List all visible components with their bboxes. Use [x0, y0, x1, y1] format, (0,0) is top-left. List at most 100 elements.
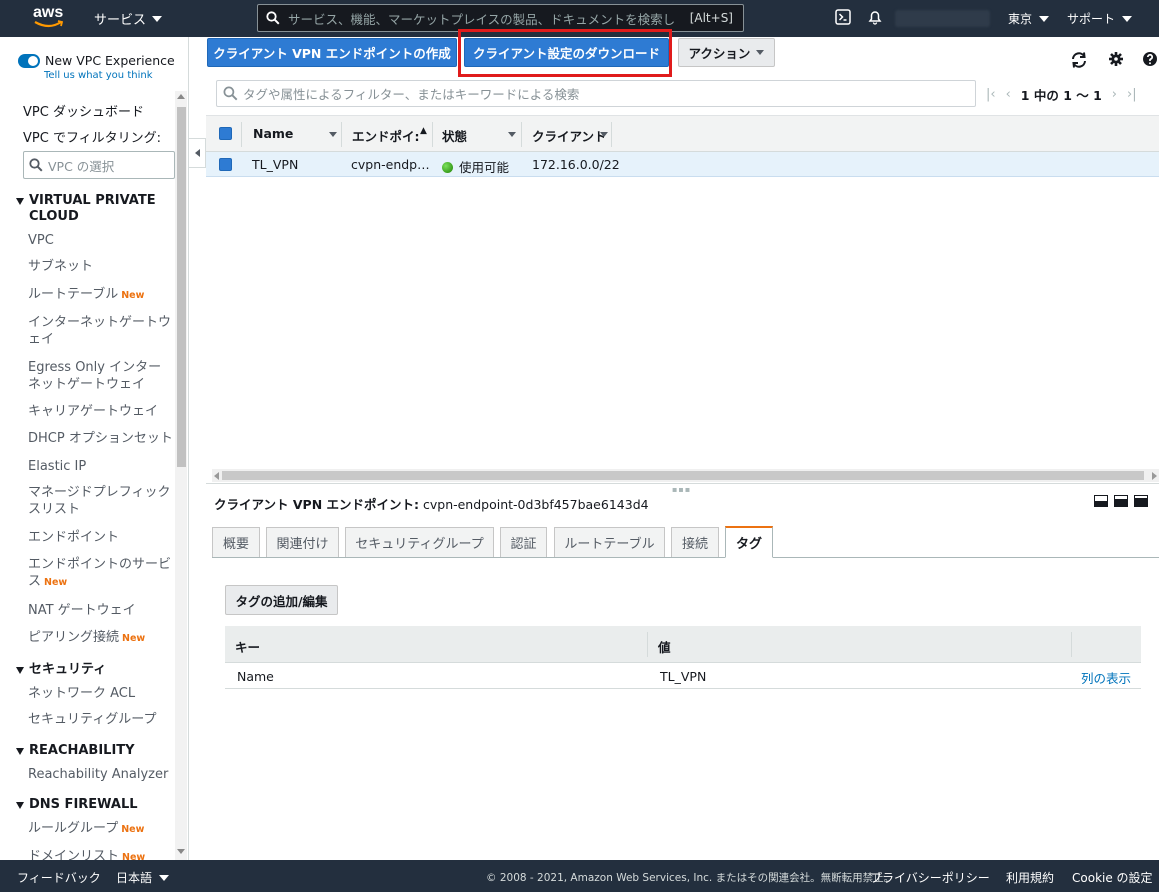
toggle-label: New VPC Experience: [45, 53, 175, 68]
pane-small-icon[interactable]: [1094, 495, 1108, 507]
global-search-input[interactable]: サービス、機能、マーケットプレイスの製品、ドキュメントを検索し [Alt+S]: [257, 4, 744, 32]
language-select[interactable]: 日本語: [116, 869, 170, 886]
sidebar-section-security[interactable]: セキュリティ: [16, 662, 176, 678]
sidebar-item-route-table[interactable]: ルートテーブル New: [28, 286, 173, 304]
add-edit-tags-button[interactable]: タグの追加/編集: [225, 585, 338, 615]
pane-splitter[interactable]: ▪▪▪: [206, 483, 1159, 494]
chevron-left-icon: [194, 149, 200, 157]
column-header-client[interactable]: クライアント: [532, 126, 604, 145]
sidebar-section-vpc[interactable]: VIRTUAL PRIVATE CLOUD: [16, 193, 176, 225]
column-separator: [647, 632, 648, 657]
sidebar-scrollbar-thumb[interactable]: [177, 107, 186, 467]
pane-medium-icon[interactable]: [1114, 495, 1128, 507]
search-icon: [266, 11, 280, 25]
region-menu[interactable]: 東京: [1008, 10, 1050, 27]
tab-associations[interactable]: 関連付け: [266, 527, 339, 557]
sidebar-item-elastic-ip[interactable]: Elastic IP: [28, 458, 173, 475]
select-all-checkbox[interactable]: [219, 127, 232, 140]
sidebar-item-dhcp[interactable]: DHCP オプションセット: [28, 430, 173, 447]
table-row[interactable]: TL_VPN cvpn-endp… 使用可能 172.16.0.0/22: [206, 152, 1159, 177]
horizontal-scrollbar-thumb[interactable]: [222, 471, 1144, 480]
gear-icon[interactable]: [1108, 51, 1124, 67]
filter-search-input[interactable]: タグや属性によるフィルター、またはキーワードによる検索: [216, 80, 976, 107]
actions-button[interactable]: アクション: [678, 38, 775, 67]
sidebar-item-prefix-list[interactable]: マネージドプレフィックスリスト: [28, 484, 173, 518]
state-label: 使用可能: [459, 160, 510, 175]
horizontal-scrollbar[interactable]: [212, 469, 1159, 482]
row-checkbox[interactable]: [219, 158, 232, 171]
show-columns-link[interactable]: 列の表示: [1081, 668, 1131, 687]
scroll-up-icon[interactable]: [177, 94, 185, 99]
tab-authorization[interactable]: 認証: [500, 527, 547, 557]
services-menu[interactable]: サービス: [94, 9, 163, 28]
search-placeholder: サービス、機能、マーケットプレイスの製品、ドキュメントを検索し: [288, 11, 676, 27]
feedback-link[interactable]: Tell us what you think: [44, 70, 153, 81]
tab-connections[interactable]: 接続: [671, 527, 719, 557]
terms-link[interactable]: 利用規約: [1006, 869, 1054, 886]
tab-overview[interactable]: 概要: [212, 527, 260, 557]
sidebar-item-endpoint[interactable]: エンドポイント: [28, 529, 173, 546]
sidebar-item-subnet[interactable]: サブネット: [28, 258, 173, 275]
first-page-icon[interactable]: |‹: [986, 87, 996, 102]
sidebar-item-endpoint-service[interactable]: エンドポイントのサービス New: [28, 556, 173, 591]
pane-large-icon[interactable]: [1134, 495, 1148, 507]
column-separator: [611, 122, 612, 147]
privacy-link[interactable]: プライバシーポリシー: [870, 869, 990, 886]
feedback-link[interactable]: フィードバック: [17, 869, 101, 886]
tab-security-groups[interactable]: セキュリティグループ: [345, 527, 494, 557]
caret-down-icon: [16, 748, 24, 755]
sidebar-item-security-group[interactable]: セキュリティグループ: [28, 711, 173, 728]
sidebar-item-network-acl[interactable]: ネットワーク ACL: [28, 685, 173, 702]
tab-route-table[interactable]: ルートテーブル: [554, 527, 665, 557]
sidebar-section-reachability[interactable]: REACHABILITY: [16, 743, 176, 759]
support-menu[interactable]: サポート: [1067, 10, 1133, 27]
pane-size-controls: [1094, 495, 1148, 507]
scroll-down-icon[interactable]: [177, 849, 185, 854]
cookie-settings-link[interactable]: Cookie の設定: [1072, 869, 1153, 886]
sidebar-filter-label: VPC でフィルタリング:: [23, 131, 162, 146]
cloudshell-icon[interactable]: [835, 9, 851, 25]
help-icon[interactable]: [1142, 51, 1158, 67]
caret-down-icon: [756, 50, 765, 55]
sidebar-item-domain-list[interactable]: ドメインリスト New: [28, 848, 173, 860]
status-available-icon: [442, 162, 453, 173]
sidebar-item-vpc[interactable]: VPC: [28, 232, 173, 249]
sidebar-item-carrier-gw[interactable]: キャリアゲートウェイ: [28, 403, 173, 420]
toggle-switch[interactable]: [18, 53, 40, 68]
sidebar-section-dns-firewall[interactable]: DNS FIREWALL: [16, 797, 176, 813]
column-header-name[interactable]: Name: [253, 126, 333, 141]
sort-icon[interactable]: [508, 132, 516, 137]
section-label: DNS FIREWALL: [29, 797, 138, 812]
sidebar-item-egress-only[interactable]: Egress Only インターネットゲートウェイ: [28, 359, 173, 393]
caret-down-icon: [1039, 15, 1050, 22]
next-page-icon[interactable]: ›: [1112, 87, 1117, 102]
create-endpoint-button[interactable]: クライアント VPN エンドポイントの作成: [207, 38, 457, 67]
account-menu[interactable]: [895, 10, 990, 27]
sidebar-item-reachability-analyzer[interactable]: Reachability Analyzer: [28, 766, 173, 783]
scroll-left-icon[interactable]: [214, 472, 219, 480]
sort-icon[interactable]: [600, 132, 608, 137]
detail-title-label: クライアント VPN エンドポイント:: [214, 497, 419, 512]
prev-page-icon[interactable]: ‹: [1006, 87, 1011, 102]
sort-asc-icon[interactable]: ▲: [420, 126, 427, 136]
tab-tags[interactable]: タグ: [725, 526, 773, 558]
column-header-endpoint[interactable]: エンドポイ:: [352, 126, 424, 145]
sidebar-collapse-button[interactable]: [189, 138, 206, 168]
last-page-icon[interactable]: ›|: [1127, 87, 1137, 102]
detail-title: クライアント VPN エンドポイント: cvpn-endpoint-0d3bf4…: [214, 494, 649, 513]
refresh-icon[interactable]: [1070, 51, 1088, 69]
column-header-state[interactable]: 状態: [442, 126, 512, 145]
sort-icon[interactable]: [329, 132, 337, 137]
aws-logo[interactable]: aws: [33, 5, 69, 33]
bell-icon[interactable]: [867, 9, 883, 25]
sidebar-item-nat-gw[interactable]: NAT ゲートウェイ: [28, 602, 173, 619]
vpc-filter-select[interactable]: VPC の選択: [23, 151, 175, 179]
detail-title-value: cvpn-endpoint-0d3bf457bae6143d4: [422, 497, 649, 512]
sidebar-item-rule-group[interactable]: ルールグループ New: [28, 820, 173, 838]
sidebar-item-peering[interactable]: ピアリング接続 New: [28, 629, 173, 647]
sidebar-item-dashboard[interactable]: VPC ダッシュボード: [23, 104, 168, 121]
scroll-right-icon[interactable]: [1152, 472, 1157, 480]
new-vpc-experience-toggle[interactable]: New VPC Experience: [18, 53, 175, 68]
new-badge: New: [122, 852, 146, 860]
sidebar-item-igw[interactable]: インターネットゲートウェイ: [28, 314, 173, 348]
